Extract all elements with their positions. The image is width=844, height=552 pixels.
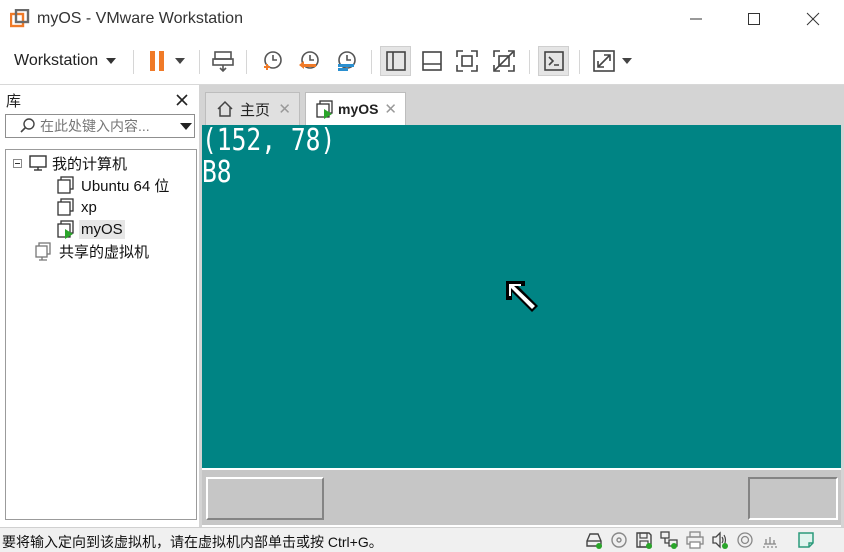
fullscreen-icon — [456, 50, 478, 72]
snapshot-take-icon — [264, 51, 282, 70]
console-view-button[interactable] — [538, 46, 569, 76]
workstation-menu[interactable]: Workstation — [6, 46, 124, 76]
view-thumbnail-icon — [422, 51, 442, 71]
tree-item-ubuntu[interactable]: Ubuntu 64 位 — [56, 175, 169, 195]
snapshot-manager-icon — [338, 51, 356, 71]
tab-label: myOS — [338, 101, 379, 117]
library-title: 库 — [6, 93, 22, 110]
stretch-icon — [593, 50, 615, 72]
take-snapshot-button[interactable] — [257, 46, 287, 76]
minimize-button[interactable] — [673, 0, 719, 38]
tab-label: 主页 — [240, 101, 271, 119]
search-icon — [20, 118, 35, 133]
vm-running-icon — [316, 100, 333, 119]
collapse-icon[interactable] — [13, 158, 22, 168]
minimize-icon — [690, 18, 702, 20]
toolbar: Workstation — [0, 38, 844, 85]
title-bar: myOS - VMware Workstation — [0, 0, 844, 38]
tree-item-label: xp — [81, 198, 97, 216]
view-library-button[interactable] — [380, 46, 411, 76]
stretch-button[interactable] — [588, 46, 636, 76]
computer-icon — [29, 155, 47, 171]
library-search-input[interactable] — [40, 117, 168, 135]
floppy-icon[interactable] — [635, 531, 653, 549]
unity-button[interactable] — [489, 46, 519, 76]
status-bar: 要将输入定向到该虚拟机，请在虚拟机内部单击或按 Ctrl+G。 — [0, 527, 844, 552]
tree-item-label: Ubuntu 64 位 — [81, 177, 170, 195]
tree-item-shared-vms[interactable]: 共享的虚拟机 — [34, 241, 149, 261]
send-ctrl-alt-del-button[interactable] — [208, 46, 238, 76]
vm-icon — [57, 176, 74, 194]
fullscreen-button[interactable] — [452, 46, 482, 76]
device-icon[interactable] — [761, 531, 779, 549]
home-icon — [217, 100, 233, 117]
mouse-cursor-icon — [506, 281, 538, 312]
tree-item-label: 我的计算机 — [52, 155, 128, 173]
vm-text-line: (152, 78) — [202, 125, 336, 158]
workstation-menu-label: Workstation — [14, 52, 99, 69]
chevron-down-icon — [106, 58, 117, 64]
sound-icon[interactable] — [711, 531, 729, 549]
vm-console[interactable]: (152, 78) B8 — [202, 125, 841, 468]
pause-button[interactable] — [140, 46, 190, 76]
toolbar-divider — [246, 50, 247, 74]
unity-icon — [493, 50, 515, 72]
library-panel: 库 我的计算机 — [0, 85, 199, 527]
tree-item-my-computer[interactable]: 我的计算机 — [6, 153, 127, 173]
tab-home[interactable]: 主页 ✕ — [205, 92, 300, 125]
view-library-icon — [385, 51, 406, 71]
close-icon — [176, 94, 188, 106]
usb-icon[interactable] — [736, 531, 754, 549]
library-search[interactable] — [5, 114, 195, 138]
search-dropdown-icon[interactable] — [180, 123, 192, 130]
maximize-button[interactable] — [731, 0, 777, 38]
snapshot-revert-icon — [299, 51, 319, 69]
tab-close-button[interactable]: ✕ — [278, 100, 291, 118]
toolbar-divider — [133, 50, 134, 74]
toolbar-divider — [371, 50, 372, 74]
library-header: 库 — [0, 85, 199, 113]
status-message: 要将输入定向到该虚拟机，请在虚拟机内部单击或按 Ctrl+G。 — [2, 534, 383, 550]
hard-disk-icon[interactable] — [585, 531, 603, 549]
tab-bar: 主页 ✕ myOS ✕ — [199, 85, 844, 125]
tab-close-button[interactable]: ✕ — [384, 100, 397, 118]
close-icon — [806, 12, 820, 26]
window-title: myOS - VMware Workstation — [37, 10, 243, 27]
tree-item-label: 共享的虚拟机 — [59, 243, 150, 261]
send-ctrl-alt-del-icon — [212, 51, 234, 73]
pause-icon — [149, 51, 164, 71]
vm-running-icon — [57, 220, 74, 239]
printer-icon[interactable] — [686, 531, 704, 549]
vm-taskbar-tray — [748, 477, 838, 520]
vm-taskbar — [202, 468, 841, 525]
vm-text-line: B8 — [202, 155, 232, 190]
console-icon — [543, 51, 564, 71]
chevron-down-icon — [174, 58, 185, 64]
network-icon[interactable] — [660, 531, 678, 549]
vmware-logo-icon — [9, 8, 30, 29]
chevron-down-icon — [622, 58, 632, 64]
tree-item-xp[interactable]: xp — [56, 197, 97, 217]
toolbar-divider — [529, 50, 530, 74]
close-button[interactable] — [790, 0, 836, 38]
snapshot-manager-button[interactable] — [331, 46, 361, 76]
vm-icon — [57, 198, 74, 216]
maximize-icon — [748, 13, 760, 25]
library-close-button[interactable] — [176, 88, 188, 111]
toolbar-divider — [199, 50, 200, 74]
revert-snapshot-button[interactable] — [294, 46, 324, 76]
cd-icon[interactable] — [610, 531, 628, 549]
tree-item-myos[interactable]: myOS — [56, 219, 125, 239]
library-tree: 我的计算机 Ubuntu 64 位 xp myOS 共享的虚拟机 — [5, 149, 197, 520]
message-icon[interactable] — [797, 531, 815, 549]
tab-myos[interactable]: myOS ✕ — [305, 92, 406, 125]
vm-taskbar-button[interactable] — [206, 477, 324, 520]
view-thumbnail-button[interactable] — [417, 46, 447, 76]
shared-vm-icon — [35, 242, 51, 261]
toolbar-divider — [579, 50, 580, 74]
tree-item-label: myOS — [79, 219, 125, 239]
